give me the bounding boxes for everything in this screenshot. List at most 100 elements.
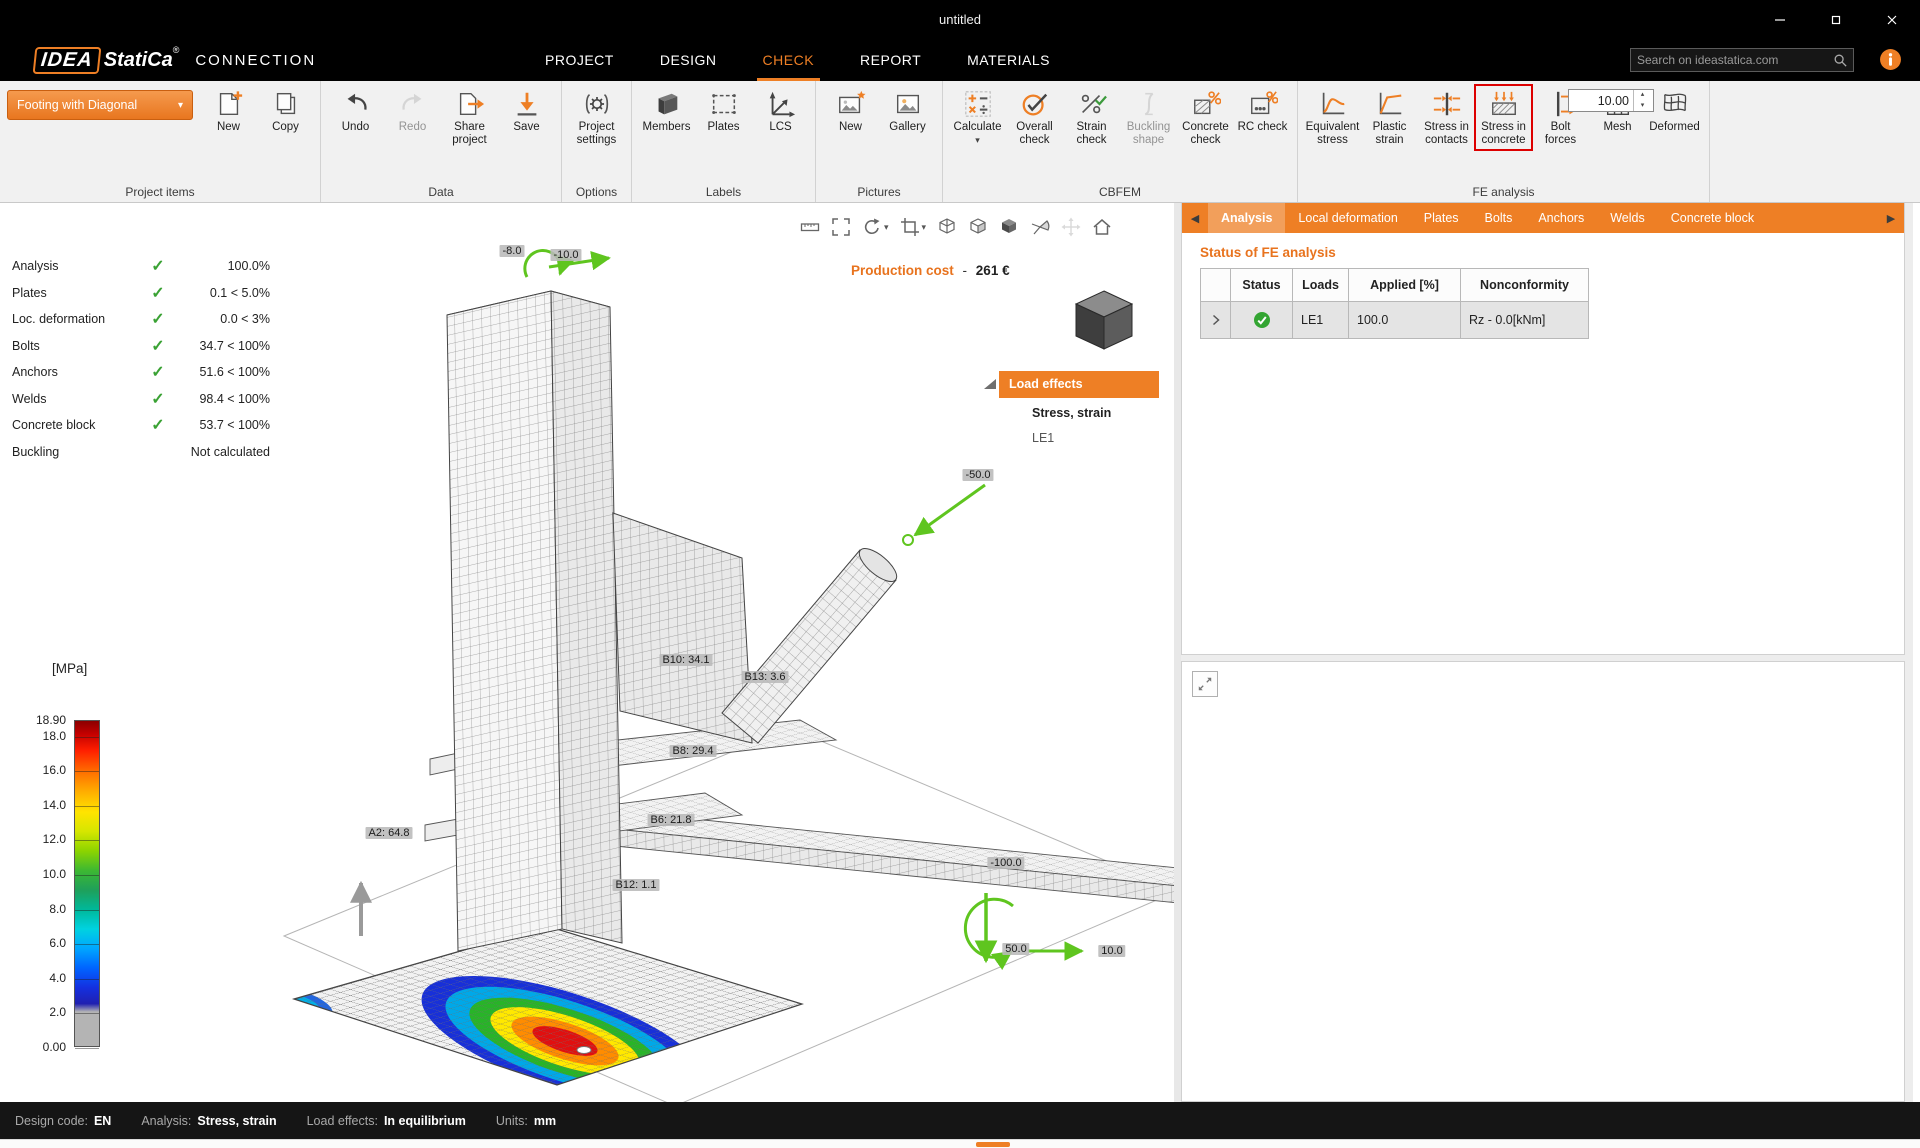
navigation-cube[interactable] [1066, 281, 1142, 362]
rp-tab-bar: ◀ AnalysisLocal deformationPlatesBoltsAn… [1182, 203, 1904, 233]
plastic-strain-button[interactable]: Plastic strain [1362, 86, 1417, 149]
load-value-label[interactable]: 50.0 [1002, 943, 1029, 955]
save-button[interactable]: Save [499, 86, 554, 137]
project-settings-button[interactable]: Project settings [569, 86, 624, 149]
spinner-down-button[interactable]: ▾ [1634, 101, 1651, 112]
plate-result-label[interactable]: B13: 3.6 [742, 671, 789, 683]
tab-analysis[interactable]: Analysis [1208, 203, 1285, 233]
stress-in-concrete-button[interactable]: Stress in concrete [1476, 86, 1531, 149]
info-button[interactable] [1879, 48, 1902, 71]
search-box[interactable] [1630, 48, 1854, 72]
model-viewport: B10: 34.1 B13: 3.6 B8: 29.4 B6: 21.8 B12: 1.… [0, 203, 1181, 1102]
stress-in-contacts-button[interactable]: Stress in contacts [1419, 86, 1474, 149]
plate-result-label[interactable]: B12: 1.1 [613, 879, 660, 891]
clip-view-button[interactable] [1028, 215, 1052, 239]
legend-tick-line [75, 806, 99, 807]
buckling-shape-icon [1134, 89, 1164, 119]
tabs-scroll-right-button[interactable]: ▶ [1878, 203, 1904, 233]
load-effects-header[interactable]: Load effects [999, 371, 1159, 398]
tab-welds[interactable]: Welds [1597, 203, 1658, 233]
check-pass-icon: ✓ [151, 311, 164, 328]
row-expander[interactable] [1201, 302, 1231, 339]
load-value-label[interactable]: 10.0 [1098, 945, 1125, 957]
legend-tick-label: 6.0 [49, 936, 66, 950]
load-case-label[interactable]: LE1 [1032, 431, 1054, 445]
tab-plates[interactable]: Plates [1411, 203, 1472, 233]
search-input[interactable] [1637, 53, 1833, 67]
overall-check-button[interactable]: Overall check [1007, 86, 1062, 149]
ribbon-group-cbfem: Calculate▾Overall checkStrain checkBuckl… [943, 81, 1298, 202]
check-item-value: 98.4 < 100% [172, 392, 270, 406]
menu-materials[interactable]: MATERIALS [967, 39, 1050, 81]
legend-tick-label: 14.0 [43, 798, 66, 812]
spinner-up-button[interactable]: ▴ [1634, 90, 1651, 101]
crop-view-button[interactable]: ▾ [898, 215, 929, 239]
tab-anchors[interactable]: Anchors [1525, 203, 1597, 233]
solid-cube-button[interactable] [997, 215, 1021, 239]
rotate-view-icon [862, 217, 882, 237]
expand-panel-button[interactable] [1192, 671, 1218, 697]
legend-tick-label: 18.0 [43, 729, 66, 743]
result-type-label[interactable]: Stress, strain [1032, 406, 1111, 420]
tab-local-deformation[interactable]: Local deformation [1285, 203, 1410, 233]
taskbar-app-indicator[interactable] [976, 1142, 1010, 1147]
stress-in-concrete-icon [1489, 89, 1519, 119]
value-spinner[interactable]: ▴ ▾ [1568, 89, 1654, 112]
load-value-label[interactable]: -50.0 [962, 469, 993, 481]
rc-check-button[interactable]: RC check [1235, 86, 1290, 137]
shaded-cube-button[interactable] [966, 215, 990, 239]
new-button[interactable]: New [823, 86, 878, 137]
window-title: untitled [0, 0, 1920, 39]
status-segment-label: Design code: [15, 1114, 88, 1128]
legend-tick-label: 18.90 [36, 713, 66, 727]
spinner-input[interactable] [1569, 90, 1633, 111]
measure-button[interactable] [798, 215, 822, 239]
template-dropdown[interactable]: Footing with Diagonal▾ [7, 90, 193, 120]
fe-table-row[interactable]: LE1100.0Rz - 0.0[kNm] [1201, 302, 1589, 339]
menu-design[interactable]: DESIGN [660, 39, 717, 81]
concrete-check-button[interactable]: Concrete check [1178, 86, 1233, 149]
copy-button[interactable]: Copy [258, 86, 313, 137]
deformed-button[interactable]: Deformed [1647, 86, 1702, 137]
plate-result-label[interactable]: B6: 21.8 [648, 814, 695, 826]
zoom-fit-button[interactable] [829, 215, 853, 239]
wireframe-cube-button[interactable] [935, 215, 959, 239]
home-view-button[interactable] [1090, 215, 1114, 239]
load-value-label[interactable]: -100.0 [987, 857, 1024, 869]
legend-tick-line [75, 1013, 99, 1014]
minimize-button[interactable] [1752, 0, 1808, 39]
members-button[interactable]: Members [639, 86, 694, 137]
plate-result-label[interactable]: B8: 29.4 [670, 745, 717, 757]
undo-button[interactable]: Undo [328, 86, 383, 137]
tab-bolts[interactable]: Bolts [1472, 203, 1526, 233]
maximize-button[interactable] [1808, 0, 1864, 39]
lcs-button[interactable]: LCS [753, 86, 808, 137]
ribbon: Footing with Diagonal▾NewCopyProject ite… [0, 81, 1920, 203]
equivalent-stress-button[interactable]: Equivalent stress [1305, 86, 1360, 149]
strain-check-button[interactable]: Strain check [1064, 86, 1119, 149]
tab-concrete-block[interactable]: Concrete block [1658, 203, 1767, 233]
menu-check[interactable]: CHECK [763, 39, 815, 81]
new-button[interactable]: New [201, 86, 256, 137]
legend-tick-line [75, 1048, 99, 1049]
strain-check-icon [1077, 89, 1107, 119]
rotate-view-button[interactable]: ▾ [860, 215, 891, 239]
rp-tab-strip: AnalysisLocal deformationPlatesBoltsAnch… [1208, 203, 1767, 233]
menu-report[interactable]: REPORT [860, 39, 921, 81]
legend-tick-label: 8.0 [49, 902, 66, 916]
calculate-button[interactable]: Calculate▾ [950, 86, 1005, 147]
plates-button[interactable]: Plates [696, 86, 751, 137]
plate-result-label[interactable]: A2: 64.8 [366, 827, 413, 839]
tabs-scroll-left-button[interactable]: ◀ [1182, 203, 1208, 233]
plate-result-label[interactable]: B10: 34.1 [659, 654, 712, 666]
share-project-button[interactable]: Share project [442, 86, 497, 149]
close-button[interactable] [1864, 0, 1920, 39]
load-value-label[interactable]: -8.0 [500, 245, 525, 257]
check-pass-icon: ✓ [151, 258, 164, 275]
title-bar: untitled [0, 0, 1920, 39]
load-value-label[interactable]: -10.0 [550, 249, 581, 261]
collapse-triangle-icon[interactable] [984, 379, 996, 389]
gallery-button[interactable]: Gallery [880, 86, 935, 137]
crop-view-icon [900, 217, 920, 237]
menu-project[interactable]: PROJECT [545, 39, 614, 81]
